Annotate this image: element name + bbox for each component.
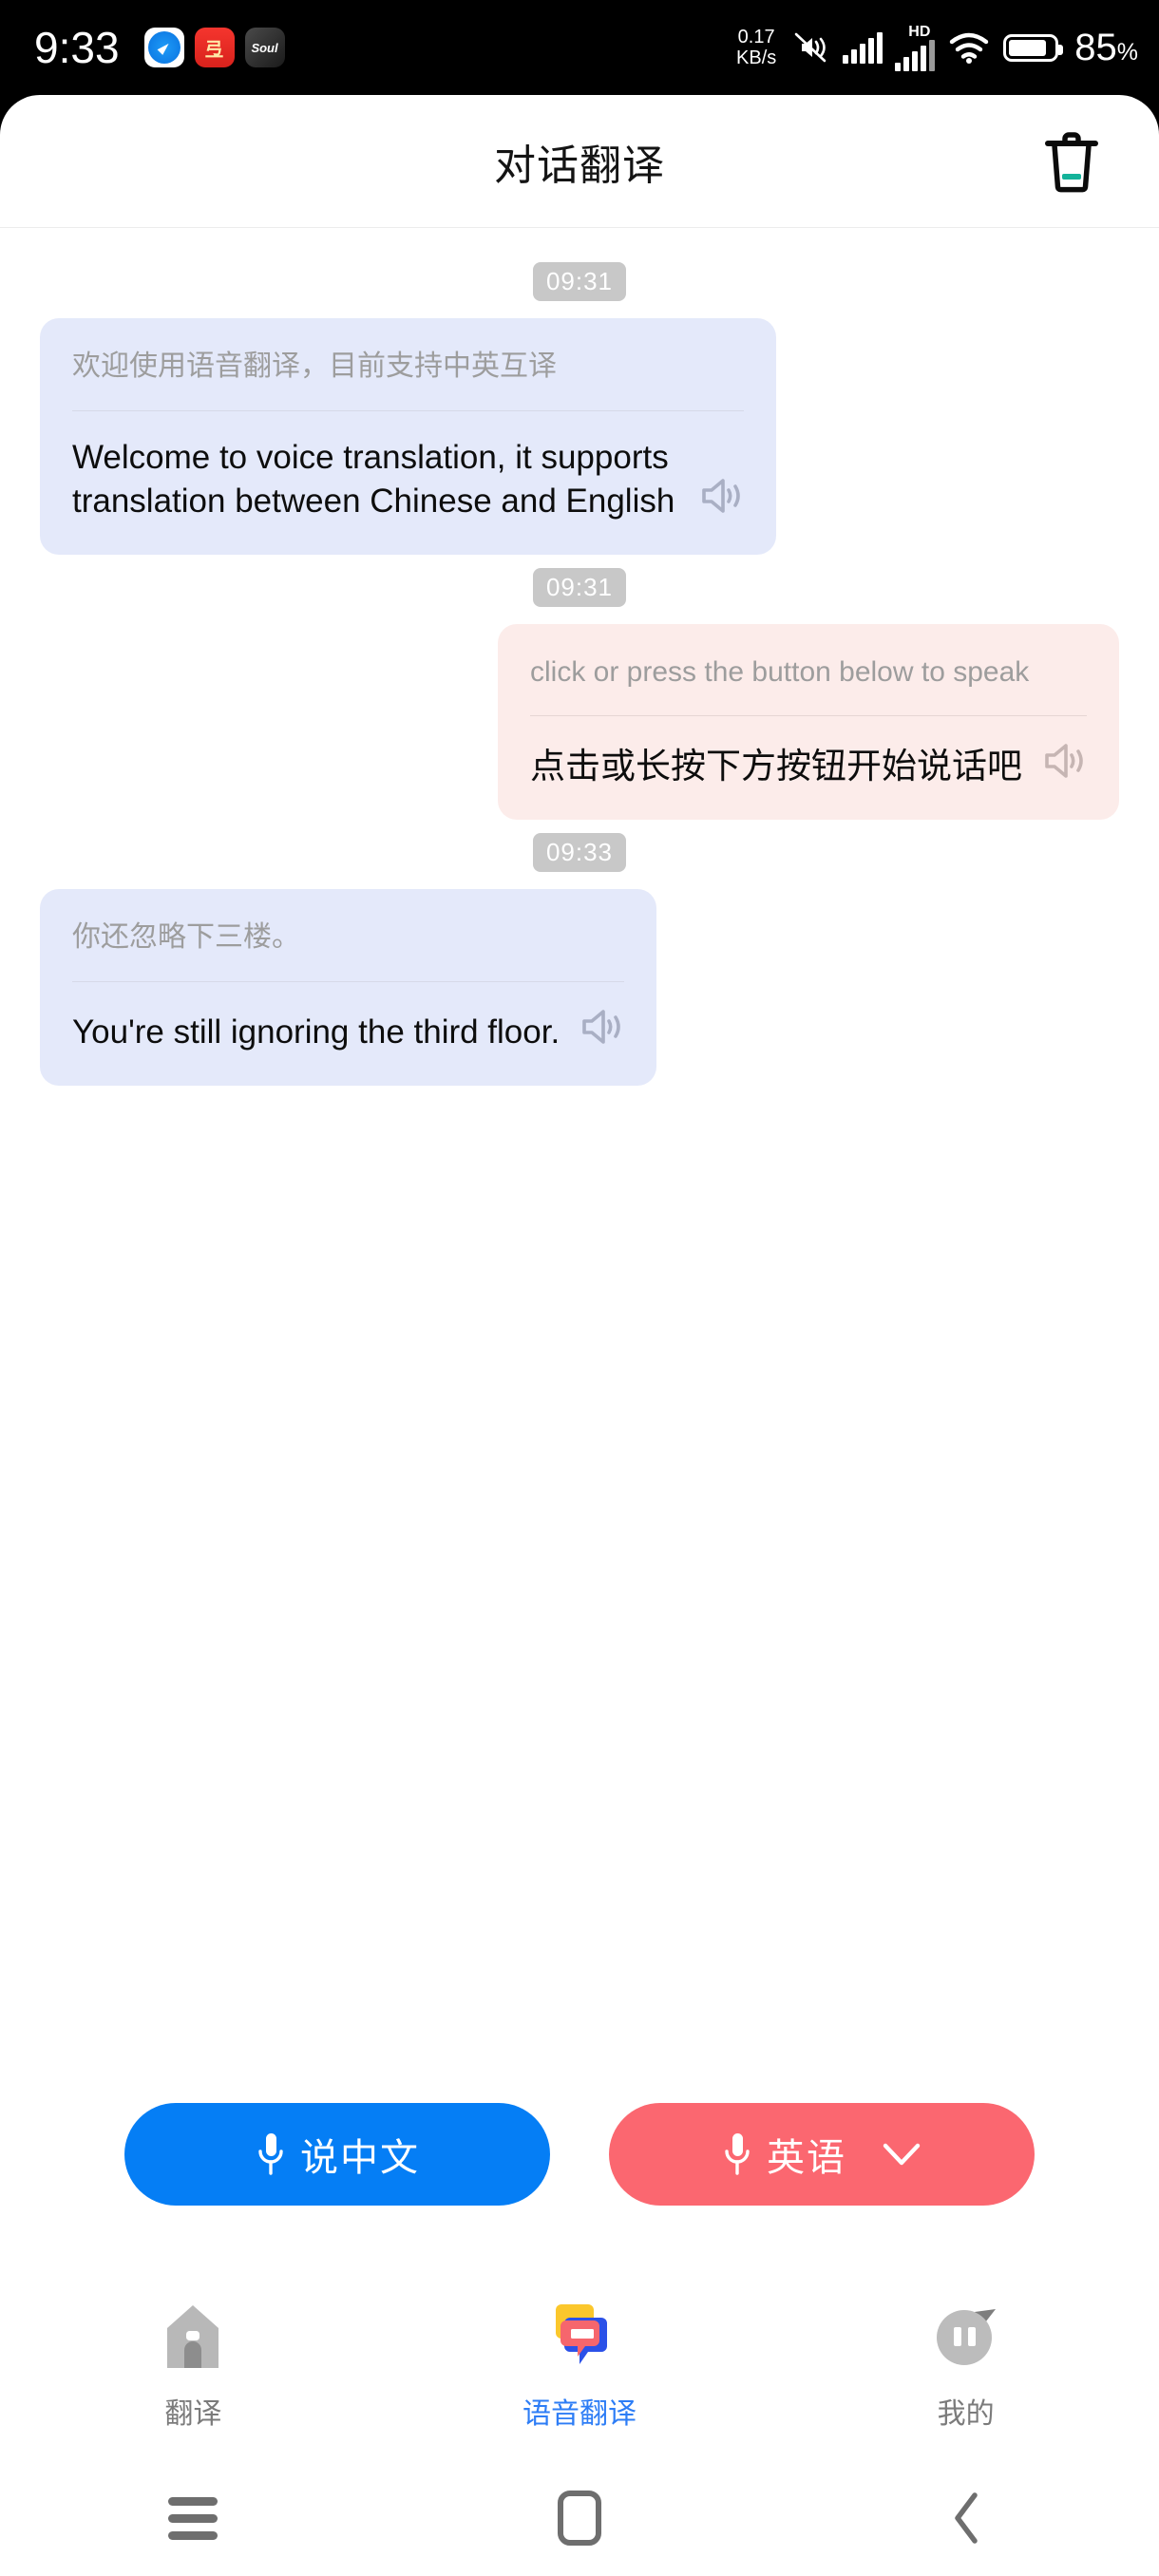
chevron-down-icon[interactable] (881, 2141, 922, 2168)
speak-chinese-button[interactable]: 说中文 (124, 2103, 550, 2206)
status-bar: 9:33 弖 Soul 0.17 KB/s HD 85% (0, 0, 1159, 95)
tab-voice-translate-label: 语音翻译 (522, 2398, 636, 2430)
delete-conversation-button[interactable] (1034, 123, 1110, 199)
bubble-divider (72, 980, 625, 982)
speaker-icon (702, 478, 740, 513)
speak-english-button[interactable]: 英语 (609, 2103, 1035, 2206)
bubble-divider (72, 409, 744, 411)
safari-app-icon (143, 28, 184, 67)
speaker-icon (1045, 744, 1083, 779)
app-header: 对话翻译 (0, 95, 1159, 228)
hd-label: HD (908, 23, 931, 40)
soul-app-icon: Soul (244, 28, 285, 67)
back-chevron-icon (954, 2492, 978, 2544)
battery-percent: 85% (1074, 26, 1138, 68)
phone-screen: 9:33 弖 Soul 0.17 KB/s HD 85% 对话翻译 09:31 … (0, 0, 1159, 2576)
wifi-icon (950, 32, 989, 64)
hd-signal-icon: HD (895, 23, 936, 71)
recents-button[interactable] (0, 2460, 387, 2576)
message-translated-text: 点击或长按下方按钮开始说话吧 (530, 747, 1022, 786)
back-button[interactable] (772, 2460, 1159, 2576)
tab-translate[interactable]: 翻译 (0, 2297, 387, 2432)
app-container: 对话翻译 09:31 欢迎使用语音翻译，目前支持中英互译 Welcome to … (0, 95, 1159, 2576)
play-audio-button[interactable] (1041, 741, 1087, 786)
bottom-tab-bar: 翻译 语音翻译 我的 (0, 2297, 1159, 2432)
tab-translate-label: 翻译 (164, 2398, 222, 2430)
status-bar-indicators: 0.17 KB/s HD 85% (736, 23, 1138, 71)
page-title: 对话翻译 (494, 142, 665, 189)
message-bubble[interactable]: click or press the button below to speak… (498, 623, 1119, 821)
battery-icon (1003, 33, 1064, 62)
speak-chinese-label: 说中文 (300, 2137, 420, 2179)
play-audio-button[interactable] (579, 1007, 624, 1051)
status-bar-app-icons: 弖 Soul (143, 28, 285, 67)
message-row: 你还忽略下三楼。 You're still ignoring the third… (0, 889, 1159, 1086)
home-square-icon (558, 2491, 601, 2546)
timestamp-row: 09:33 (0, 833, 1159, 873)
message-source-text: 欢迎使用语音翻译，目前支持中英互译 (72, 350, 557, 382)
tab-profile[interactable]: 我的 (772, 2297, 1159, 2432)
speak-actions: 说中文 英语 (0, 2103, 1159, 2206)
trash-icon (1045, 131, 1098, 192)
network-speed-unit: KB/s (736, 47, 777, 68)
menu-icon (168, 2489, 218, 2548)
signal-bars-icon (843, 31, 884, 64)
message-row: click or press the button below to speak… (0, 623, 1159, 821)
profile-icon (926, 2297, 1006, 2377)
chat-list: 09:31 欢迎使用语音翻译，目前支持中英互译 Welcome to voice… (0, 228, 1159, 2090)
status-bar-clock: 9:33 (34, 23, 120, 72)
speak-english-label: 英语 (767, 2137, 846, 2179)
network-speed-indicator: 0.17 KB/s (736, 27, 776, 68)
network-speed-value: 0.17 (737, 27, 775, 47)
bubble-divider (530, 715, 1087, 717)
message-timestamp: 09:33 (532, 833, 627, 873)
timestamp-row: 09:31 (0, 262, 1159, 301)
tab-profile-label: 我的 (937, 2398, 995, 2430)
microphone-icon (725, 2133, 750, 2175)
speaker-icon (582, 1010, 620, 1044)
play-audio-button[interactable] (698, 476, 744, 521)
tab-voice-translate[interactable]: 语音翻译 (387, 2297, 773, 2432)
timestamp-row: 09:31 (0, 567, 1159, 607)
mute-icon (794, 32, 826, 63)
message-row: 欢迎使用语音翻译，目前支持中英互译 Welcome to voice trans… (0, 318, 1159, 555)
message-source-text: click or press the button below to speak (530, 655, 1030, 688)
red-app-icon: 弖 (194, 28, 235, 67)
message-timestamp: 09:31 (532, 262, 627, 301)
microphone-icon (258, 2133, 283, 2175)
message-bubble[interactable]: 你还忽略下三楼。 You're still ignoring the third… (40, 889, 657, 1086)
message-source-text: 你还忽略下三楼。 (72, 921, 300, 954)
message-bubble[interactable]: 欢迎使用语音翻译，目前支持中英互译 Welcome to voice trans… (40, 318, 776, 555)
home-icon (153, 2297, 233, 2377)
message-translated-text: Welcome to voice translation, it support… (72, 438, 675, 521)
android-navigation-bar (0, 2460, 1159, 2576)
message-timestamp: 09:31 (532, 567, 627, 607)
speech-bubbles-icon (540, 2297, 619, 2377)
message-translated-text: You're still ignoring the third floor. (72, 1013, 560, 1051)
home-button[interactable] (387, 2460, 773, 2576)
